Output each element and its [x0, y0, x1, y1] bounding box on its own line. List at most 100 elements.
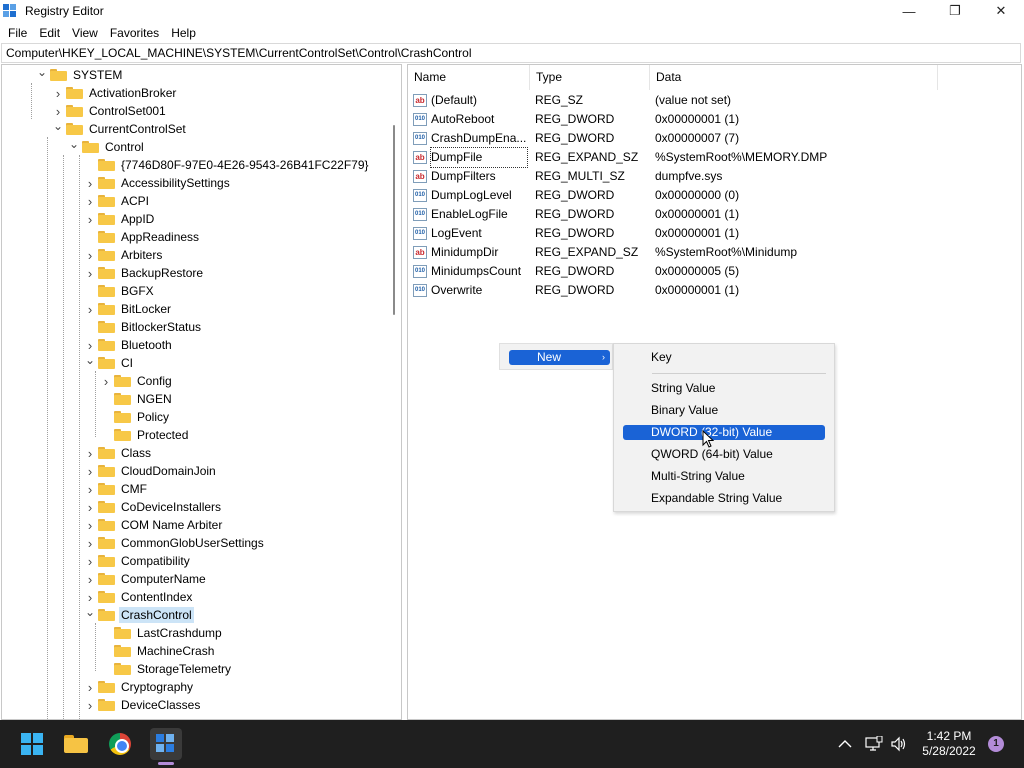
- tree-item[interactable]: › Compatibility: [85, 552, 192, 570]
- tree-item[interactable]: MachineCrash: [101, 642, 216, 660]
- tree-scrollbar[interactable]: [393, 125, 395, 315]
- chevron-right-icon[interactable]: ›: [85, 480, 95, 498]
- menu-edit[interactable]: Edit: [33, 26, 66, 40]
- maximize-button[interactable]: ❐: [932, 0, 978, 22]
- tree-item[interactable]: BitlockerStatus: [85, 318, 203, 336]
- tree-item[interactable]: Protected: [101, 426, 190, 444]
- chevron-right-icon[interactable]: ›: [85, 246, 95, 264]
- minimize-button[interactable]: —: [886, 0, 932, 22]
- tree-item[interactable]: › ControlSet001: [53, 102, 168, 120]
- tree-item[interactable]: › DeviceClasses: [85, 696, 202, 714]
- tree-item[interactable]: › Bluetooth: [85, 336, 174, 354]
- chevron-right-icon[interactable]: ›: [85, 264, 95, 282]
- tree-item[interactable]: › CoDeviceInstallers: [85, 498, 223, 516]
- value-row[interactable]: 010 CrashDumpEna... REG_DWORD 0x00000007 (7…: [408, 129, 1008, 148]
- value-row[interactable]: ab (Default) REG_SZ (value not set): [408, 91, 1008, 110]
- tree-item[interactable]: ⌄ SYSTEM: [37, 65, 124, 84]
- tree-pane[interactable]: ⌄ SYSTEM › ActivationBroker › ControlSet001 ⌄ C…: [1, 64, 402, 720]
- tree-item[interactable]: NGEN: [101, 390, 174, 408]
- registry-editor-taskbar-button[interactable]: [150, 728, 182, 760]
- chevron-right-icon[interactable]: ›: [85, 444, 95, 462]
- chevron-right-icon[interactable]: ›: [85, 678, 95, 696]
- chevron-right-icon[interactable]: ›: [85, 174, 95, 192]
- menu-view[interactable]: View: [66, 26, 104, 40]
- value-row[interactable]: 010 EnableLogFile REG_DWORD 0x00000001 (1): [408, 205, 1008, 224]
- address-bar[interactable]: Computer\HKEY_LOCAL_MACHINE\SYSTEM\Curre…: [1, 43, 1021, 63]
- tree-item[interactable]: › Config: [101, 372, 174, 390]
- chevron-right-icon[interactable]: ›: [85, 570, 95, 588]
- show-hidden-icons-button[interactable]: [838, 720, 852, 768]
- column-header-name[interactable]: Name: [408, 65, 530, 90]
- menu-favorites[interactable]: Favorites: [104, 26, 165, 40]
- chevron-right-icon[interactable]: ›: [85, 498, 95, 516]
- submenu-multi-string-value[interactable]: Multi-String Value: [623, 469, 825, 484]
- chevron-right-icon[interactable]: ›: [101, 372, 111, 390]
- submenu-key[interactable]: Key: [623, 350, 825, 365]
- tree-item[interactable]: BGFX: [85, 282, 156, 300]
- chevron-down-icon[interactable]: ⌄: [69, 135, 79, 153]
- column-header-data[interactable]: Data: [650, 65, 938, 90]
- chevron-right-icon[interactable]: ›: [85, 300, 95, 318]
- notification-badge[interactable]: 1: [988, 736, 1004, 752]
- value-row[interactable]: 010 MinidumpsCount REG_DWORD 0x00000005 (5): [408, 262, 1008, 281]
- tree-item[interactable]: › ComputerName: [85, 570, 208, 588]
- value-row[interactable]: 010 LogEvent REG_DWORD 0x00000001 (1): [408, 224, 1008, 243]
- chevron-down-icon[interactable]: ⌄: [85, 351, 95, 369]
- tree-item[interactable]: › Class: [85, 444, 153, 462]
- chevron-down-icon[interactable]: ⌄: [37, 65, 47, 81]
- submenu-qword-value[interactable]: QWORD (64-bit) Value: [623, 447, 825, 462]
- network-button[interactable]: [865, 720, 883, 768]
- tree-item[interactable]: StorageTelemetry: [101, 660, 233, 678]
- chevron-right-icon[interactable]: ›: [85, 516, 95, 534]
- chevron-right-icon[interactable]: ›: [85, 552, 95, 570]
- submenu-dword-value[interactable]: DWORD (32-bit) Value: [623, 425, 825, 440]
- tree-item[interactable]: AppReadiness: [85, 228, 201, 246]
- tree-item[interactable]: › ActivationBroker: [53, 84, 178, 102]
- tree-item[interactable]: Policy: [101, 408, 171, 426]
- taskbar-clock[interactable]: 1:42 PM 5/28/2022: [912, 729, 986, 759]
- submenu-string-value[interactable]: String Value: [623, 381, 825, 396]
- chrome-button[interactable]: [104, 728, 136, 760]
- value-row[interactable]: ab MinidumpDir REG_EXPAND_SZ %SystemRoot%\M…: [408, 243, 1008, 262]
- tree-item[interactable]: › AppID: [85, 210, 156, 228]
- tree-item[interactable]: › AccessibilitySettings: [85, 174, 232, 192]
- tree-item[interactable]: › BitLocker: [85, 300, 173, 318]
- tree-item[interactable]: › Cryptography: [85, 678, 195, 696]
- chevron-right-icon[interactable]: ›: [85, 210, 95, 228]
- close-button[interactable]: ✕: [978, 0, 1024, 22]
- tree-item[interactable]: › BackupRestore: [85, 264, 205, 282]
- tree-item[interactable]: › CloudDomainJoin: [85, 462, 218, 480]
- tree-item[interactable]: › CommonGlobUserSettings: [85, 534, 266, 552]
- tree-item[interactable]: {7746D80F-97E0-4E26-9543-26B41FC22F79}: [85, 156, 371, 174]
- tree-item[interactable]: LastCrashdump: [101, 624, 224, 642]
- tree-item[interactable]: › COM Name Arbiter: [85, 516, 224, 534]
- submenu-expandable-string-value[interactable]: Expandable String Value: [623, 491, 825, 506]
- value-row[interactable]: 010 AutoReboot REG_DWORD 0x00000001 (1): [408, 110, 1008, 129]
- chevron-right-icon[interactable]: ›: [85, 192, 95, 210]
- value-row[interactable]: 010 Overwrite REG_DWORD 0x00000001 (1): [408, 281, 1008, 300]
- tree-item[interactable]: ⌄ CrashControl: [85, 603, 194, 624]
- value-row[interactable]: ab DumpFile REG_EXPAND_SZ %SystemRoot%\MEMO…: [408, 147, 1008, 168]
- tree-item[interactable]: ⌄ Control: [69, 135, 146, 156]
- chevron-down-icon[interactable]: ⌄: [53, 117, 63, 135]
- tree-item[interactable]: › Arbiters: [85, 246, 164, 264]
- volume-button[interactable]: [890, 720, 908, 768]
- tree-item[interactable]: › CMF: [85, 480, 149, 498]
- file-explorer-button[interactable]: [60, 728, 92, 760]
- menu-file[interactable]: File: [2, 26, 33, 40]
- tree-item[interactable]: › ContentIndex: [85, 588, 194, 606]
- chevron-right-icon[interactable]: ›: [85, 534, 95, 552]
- tree-item[interactable]: ⌄ CI: [85, 351, 135, 372]
- start-button[interactable]: [16, 728, 48, 760]
- chevron-right-icon[interactable]: ›: [53, 84, 63, 102]
- chevron-down-icon[interactable]: ⌄: [85, 603, 95, 621]
- chevron-right-icon[interactable]: ›: [85, 696, 95, 714]
- tree-item[interactable]: › ACPI: [85, 192, 151, 210]
- submenu-binary-value[interactable]: Binary Value: [623, 403, 825, 418]
- menu-help[interactable]: Help: [165, 26, 202, 40]
- column-header-type[interactable]: Type: [530, 65, 650, 90]
- new-menu-item[interactable]: New ›: [509, 350, 610, 365]
- value-row[interactable]: 010 DumpLogLevel REG_DWORD 0x00000000 (0): [408, 186, 1008, 205]
- chevron-right-icon[interactable]: ›: [85, 462, 95, 480]
- value-row[interactable]: ab DumpFilters REG_MULTI_SZ dumpfve.sys: [408, 167, 1008, 186]
